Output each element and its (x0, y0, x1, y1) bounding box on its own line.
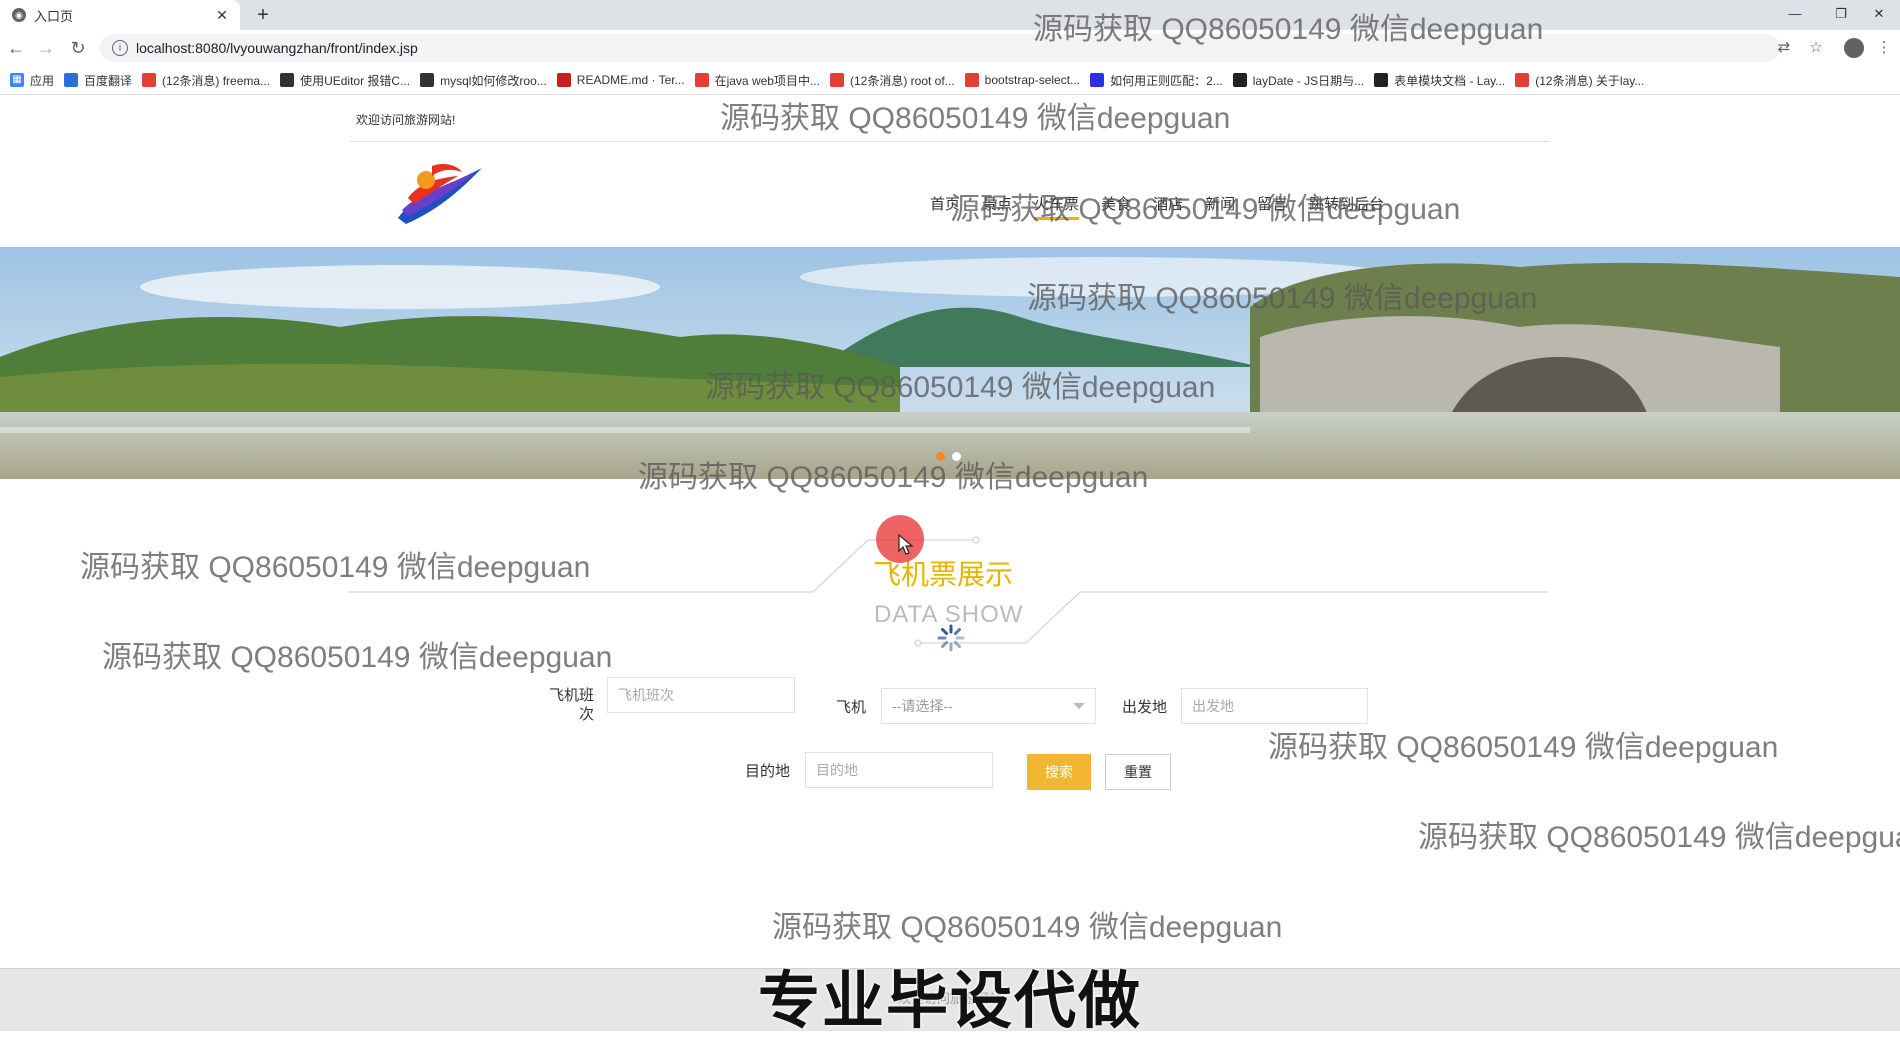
gitee-icon (556, 73, 571, 87)
bookmark-icon (280, 73, 295, 87)
watermark: 源码获取 QQ86050149 微信deepguan (80, 551, 591, 584)
csdn-icon (142, 73, 157, 87)
bookmark-label: mysql如何修改roo... (440, 73, 547, 88)
bookmark-item[interactable]: (12条消息) freema... (142, 72, 270, 89)
baidu-paw-icon (1090, 73, 1105, 87)
apps-grid-icon: ▦ (10, 73, 24, 87)
bookmark-item[interactable]: layDate - JS日期与... (1232, 72, 1365, 89)
globe-icon: ◉ (12, 8, 26, 22)
chevron-down-icon (1073, 703, 1085, 709)
flight-no-label: 飞机班次 (548, 687, 594, 723)
watermark: 源码获取 QQ86050149 微信deepguan (950, 193, 1461, 226)
browser-tab[interactable]: ◉ 入口页 ✕ (0, 0, 240, 30)
csdn-icon (694, 73, 709, 87)
watermark: 源码获取 QQ86050149 微信deepguan (638, 461, 1149, 494)
bookmark-label: (12条消息) 关于lay... (1535, 73, 1645, 88)
bookmark-item[interactable]: 使用UEditor 报错C... (280, 72, 410, 89)
watermark: 源码获取 QQ86050149 微信deepguan (1033, 13, 1544, 46)
new-tab-button[interactable]: + (250, 2, 276, 28)
layui-icon (1374, 73, 1389, 87)
csdn-icon (829, 73, 844, 87)
bookmark-item[interactable]: mysql如何修改roo... (420, 72, 547, 89)
tab-title: 入口页 (34, 8, 74, 24)
browser-tab-strip: ◉ 入口页 ✕ + — ❐ ✕ (0, 0, 1900, 30)
info-icon[interactable]: i (112, 40, 128, 56)
bookmark-label: 应用 (30, 73, 55, 88)
bookmark-item[interactable]: bootstrap-select... (964, 73, 1081, 87)
bookmark-label: 表单模块文档 - Lay... (1394, 73, 1506, 88)
close-window-icon[interactable]: ✕ (1858, 0, 1900, 30)
profile-avatar[interactable] (1844, 38, 1864, 58)
bookmark-item[interactable]: (12条消息) root of... (829, 72, 955, 89)
bookmark-label: (12条消息) freema... (162, 73, 271, 88)
back-icon[interactable]: ← (4, 36, 28, 60)
menu-dots-icon[interactable]: ⋮ (1874, 38, 1894, 58)
plane-select[interactable]: --请选择-- (881, 688, 1096, 724)
star-icon[interactable]: ☆ (1806, 38, 1826, 58)
watermark: 源码获取 QQ86050149 微信deepguan (1418, 821, 1900, 854)
layui-icon (1232, 73, 1247, 87)
bookmark-label: layDate - JS日期与... (1252, 73, 1365, 88)
baidu-translate-icon (64, 73, 79, 87)
minimize-icon[interactable]: — (1772, 0, 1818, 30)
flight-no-input[interactable]: 飞机班次 (607, 677, 795, 713)
watermark: 源码获取 QQ86050149 微信deepguan (1268, 731, 1779, 764)
bookmark-label: 使用UEditor 报错C... (300, 73, 411, 88)
csdn-icon (964, 73, 979, 87)
plane-label: 飞机 (835, 699, 866, 716)
overlay-caption: 专业毕设代做 (757, 967, 1142, 1036)
watermark: 源码获取 QQ86050149 微信deepguan (102, 641, 613, 674)
bookmark-label: README.md · Ter... (576, 73, 685, 87)
bookmark-item[interactable]: 表单模块文档 - Lay... (1374, 72, 1505, 89)
bookmark-label: 如何用正则匹配：2... (1110, 73, 1223, 88)
site-logo[interactable] (392, 158, 488, 230)
bookmark-item[interactable]: 如何用正则匹配：2... (1090, 72, 1223, 89)
reset-button[interactable]: 重置 (1105, 754, 1171, 790)
bookmark-label: 百度翻译 (84, 73, 133, 88)
plane-select-value: --请选择-- (892, 698, 953, 714)
close-tab-icon[interactable]: ✕ (212, 5, 232, 25)
bookmark-item[interactable]: ▦ 应用 (10, 72, 54, 89)
bookmark-label: 在java web项目中... (714, 73, 820, 88)
destination-label: 目的地 (744, 763, 790, 780)
departure-input[interactable]: 出发地 (1181, 688, 1368, 724)
watermark: 源码获取 QQ86050149 微信deepguan (720, 102, 1231, 135)
watermark: 源码获取 QQ86050149 微信deepguan (705, 371, 1216, 404)
bookmark-item[interactable]: README.md · Ter... (556, 73, 685, 87)
search-button[interactable]: 搜索 (1027, 754, 1091, 790)
watermark: 源码获取 QQ86050149 微信deepguan (1027, 282, 1538, 315)
browser-toolbar: ← → ↻ i localhost:8080/lvyouwangzhan/fro… (0, 30, 1900, 66)
loading-spinner-icon (937, 624, 965, 652)
bookmark-icon (420, 73, 435, 87)
bookmark-item[interactable]: (12条消息) 关于lay... (1515, 72, 1644, 89)
destination-input[interactable]: 目的地 (805, 752, 993, 788)
reload-icon[interactable]: ↻ (66, 36, 90, 60)
departure-label: 出发地 (1121, 699, 1167, 716)
csdn-icon (1515, 73, 1530, 87)
mouse-pointer-icon (898, 534, 914, 555)
bookmark-label: (12条消息) root of... (849, 73, 955, 88)
url-text: localhost:8080/lvyouwangzhan/front/index… (136, 40, 418, 56)
bookmark-item[interactable]: 百度翻译 (64, 72, 132, 89)
bookmark-label: bootstrap-select... (984, 73, 1081, 87)
bookmark-item[interactable]: 在java web项目中... (694, 72, 820, 89)
bookmarks-bar: ▦ 应用 百度翻译 (12条消息) freema... 使用UEditor 报错C...… (0, 66, 1900, 95)
translate-icon[interactable]: ⇄ (1774, 38, 1794, 58)
forward-icon[interactable]: → (34, 36, 58, 60)
header-divider (350, 141, 1550, 142)
watermark: 源码获取 QQ86050149 微信deepguan (772, 911, 1283, 944)
welcome-text: 欢迎访问旅游网站! (356, 113, 456, 127)
